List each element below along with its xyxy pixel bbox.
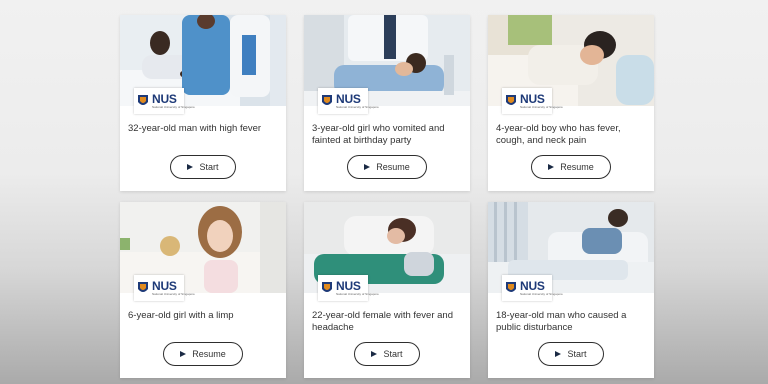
logo-wordmark: NUS xyxy=(520,92,545,106)
logo-wordmark: NUS xyxy=(336,92,361,106)
button-label: Resume xyxy=(192,349,226,359)
play-icon xyxy=(187,164,194,170)
case-title: 6-year-old girl with a limp xyxy=(128,310,234,321)
logo-subtitle: National University of Singapore xyxy=(520,292,563,296)
button-label: Resume xyxy=(560,162,594,172)
resume-button[interactable]: Resume xyxy=(163,342,243,366)
nus-logo: NUS National University of Singapore xyxy=(134,88,195,114)
case-card[interactable]: NUS National University of Singapore 6-y… xyxy=(120,202,286,378)
play-icon xyxy=(364,164,371,170)
start-button[interactable]: Start xyxy=(354,342,420,366)
logo-subtitle: National University of Singapore xyxy=(336,292,379,296)
play-icon xyxy=(371,351,378,357)
resume-button[interactable]: Resume xyxy=(347,155,427,179)
logo-wordmark: NUS xyxy=(152,92,177,106)
case-title: 3-year-old girl who vomited and fainted … xyxy=(312,123,445,146)
crest-icon xyxy=(506,95,516,105)
logo-wordmark: NUS xyxy=(520,279,545,293)
button-label: Resume xyxy=(376,162,410,172)
case-title: 32-year-old man with high fever xyxy=(128,123,262,134)
nus-logo: NUS National University of Singapore xyxy=(318,88,379,114)
logo-wordmark: NUS xyxy=(336,279,361,293)
start-button[interactable]: Start xyxy=(538,342,604,366)
case-card[interactable]: NUS National University of Singapore 3-y… xyxy=(304,15,470,191)
case-title: 18-year-old man who caused a public dist… xyxy=(496,310,627,333)
case-grid: NUS National University of Singapore 32-… xyxy=(0,0,768,384)
crest-icon xyxy=(322,95,332,105)
resume-button[interactable]: Resume xyxy=(531,155,611,179)
logo-subtitle: National University of Singapore xyxy=(520,105,563,109)
button-label: Start xyxy=(383,349,403,359)
button-label: Start xyxy=(567,349,587,359)
logo-wordmark: NUS xyxy=(152,279,177,293)
logo-subtitle: National University of Singapore xyxy=(336,105,379,109)
nus-logo: NUS National University of Singapore xyxy=(318,275,379,301)
case-title: 4-year-old boy who has fever, cough, and… xyxy=(496,123,621,146)
play-icon xyxy=(555,351,562,357)
nus-logo: NUS National University of Singapore xyxy=(502,88,563,114)
nus-logo: NUS National University of Singapore xyxy=(134,275,195,301)
play-icon xyxy=(180,351,187,357)
case-title: 22-year-old female with fever and headac… xyxy=(312,310,453,333)
case-card[interactable]: NUS National University of Singapore 18-… xyxy=(488,202,654,378)
start-button[interactable]: Start xyxy=(170,155,236,179)
logo-subtitle: National University of Singapore xyxy=(152,292,195,296)
case-card[interactable]: NUS National University of Singapore 32-… xyxy=(120,15,286,191)
crest-icon xyxy=(506,282,516,292)
crest-icon xyxy=(138,95,148,105)
play-icon xyxy=(548,164,555,170)
logo-subtitle: National University of Singapore xyxy=(152,105,195,109)
crest-icon xyxy=(138,282,148,292)
case-card[interactable]: NUS National University of Singapore 22-… xyxy=(304,202,470,378)
button-label: Start xyxy=(199,162,219,172)
crest-icon xyxy=(322,282,332,292)
case-card[interactable]: NUS National University of Singapore 4-y… xyxy=(488,15,654,191)
nus-logo: NUS National University of Singapore xyxy=(502,275,563,301)
